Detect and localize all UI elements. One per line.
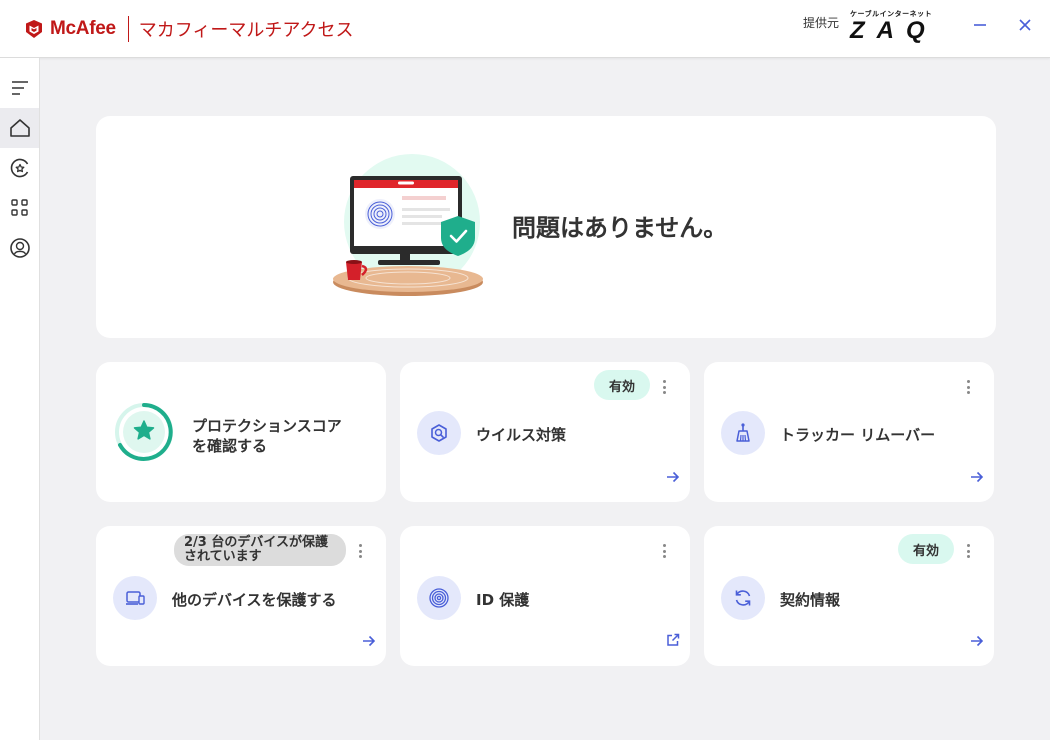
fingerprint-icon [429,588,449,608]
devices-icon-wrap [113,576,157,620]
external-link-icon [667,633,680,646]
close-icon [1019,19,1031,31]
shield-star-icon [10,158,28,178]
status-card: 問題はありません。 [96,116,996,338]
antivirus-label: ウイルス対策 [476,426,567,444]
devices-icon [126,591,145,605]
arrow-right-icon [667,471,680,483]
identity-protection-card[interactable]: ID 保護 [400,526,690,666]
arrow-right-icon [971,635,984,647]
subscription-label: 契約情報 [780,591,841,609]
virus-scan-icon [431,424,447,442]
minimize-button[interactable] [967,12,993,38]
identity-label: ID 保護 [476,591,530,609]
protection-score-gauge-icon [115,403,173,461]
devices-open-button[interactable] [360,632,378,650]
devices-status-badge: 2/3 台のデバイスが保護されています [174,534,346,566]
antivirus-card[interactable]: 有効 ウイルス対策 [400,362,690,502]
sidebar-item-home[interactable] [0,108,39,148]
subscription-icon-wrap [721,576,765,620]
refresh-icon [735,590,751,606]
broom-icon [736,423,750,442]
product-name: マカフィーマルチアクセス [138,20,354,41]
subscription-more-button[interactable] [961,542,975,560]
brand-separator [127,16,129,42]
subscription-status-badge: 有効 [898,534,954,564]
provider-label: 提供元 [803,16,840,30]
tracker-remover-card[interactable]: トラッカー リムーバー [704,362,994,502]
hamburger-icon [11,81,28,95]
user-icon [9,238,30,258]
provider-logo: ケーブルインターネット ZAQ [848,9,952,44]
provider-logo-text: ZAQ [850,17,937,44]
antivirus-more-button[interactable] [657,378,671,396]
tracker-more-button[interactable] [961,378,975,396]
brand: McAfee マカフィーマルチアクセス [24,15,354,43]
arrow-right-icon [971,471,984,483]
arrow-right-icon [363,635,376,647]
tracker-icon-wrap [721,411,765,455]
identity-external-link-button[interactable] [664,631,682,649]
close-button[interactable] [1012,12,1038,38]
sidebar-item-apps[interactable] [0,188,39,228]
sidebar-item-menu[interactable] [0,68,39,108]
sidebar-item-protection[interactable] [0,148,39,188]
subscription-open-button[interactable] [968,632,986,650]
protection-score-card[interactable]: プロテクションスコアを確認する [96,362,386,502]
brand-name: McAfee [50,18,116,39]
sidebar [0,58,40,740]
sidebar-item-account[interactable] [0,228,39,268]
subscription-card[interactable]: 有効 契約情報 [704,526,994,666]
devices-label: 他のデバイスを保護する [172,591,337,609]
devices-more-button[interactable] [353,542,367,560]
mcafee-logo-icon [26,20,42,38]
minimize-icon [974,24,986,26]
antivirus-status-badge: 有効 [594,370,650,400]
home-icon [9,119,30,137]
protection-score-label: プロテクションスコアを確認する [192,417,342,455]
tracker-label: トラッカー リムーバー [780,426,936,444]
status-message: 問題はありません。 [512,214,728,242]
identity-more-button[interactable] [657,542,671,560]
tracker-open-button[interactable] [968,468,986,486]
title-bar: McAfee マカフィーマルチアクセス 提供元 ケーブルインターネット ZAQ [0,0,1050,58]
identity-icon-wrap [417,576,461,620]
antivirus-open-button[interactable] [664,468,682,486]
other-devices-card[interactable]: 2/3 台のデバイスが保護されています 他のデバイスを保護する [96,526,386,666]
antivirus-icon-wrap [417,411,461,455]
grid-icon [10,199,28,216]
protected-computer-illustration [333,154,483,296]
